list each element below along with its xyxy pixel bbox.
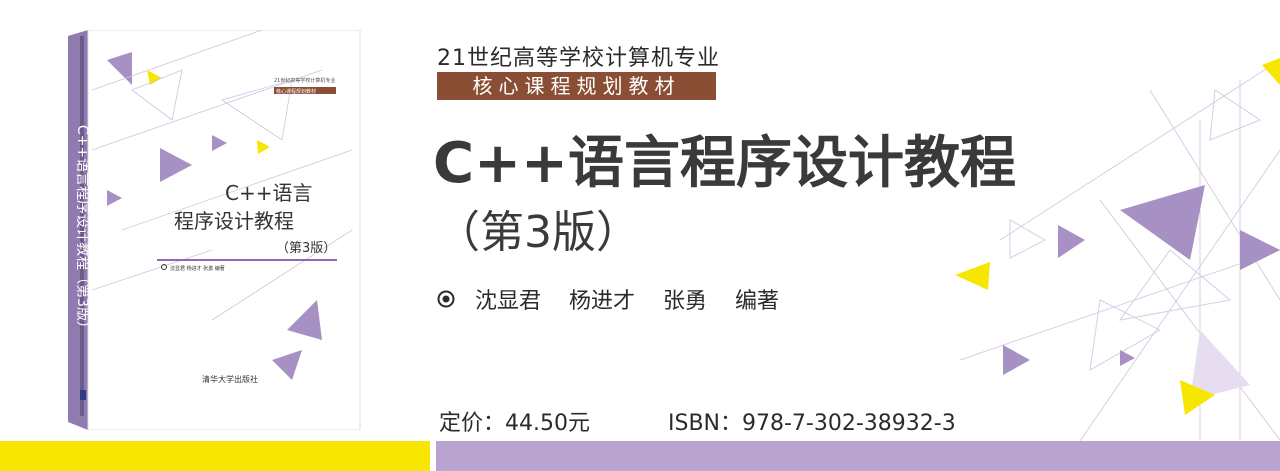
book-series-line1: 21世纪高等学校计算机专业: [274, 77, 335, 84]
book-edition-label: （第3版）: [436, 207, 640, 258]
book-publisher: 清华大学出版社: [202, 374, 258, 384]
series-badge: 核心课程规划教材: [437, 72, 716, 100]
book-cover: C++语言程序设计教程（第3版） 21世纪高等学校计算机专业 核心课程规划教材 …: [68, 30, 361, 430]
price-label: 定价：44.50元: [439, 411, 590, 436]
authors-line: 沈显君 杨进才 张勇 编著: [437, 283, 779, 315]
author-circle-icon: [437, 290, 455, 308]
footer-bar-yellow: [0, 441, 430, 471]
book-title-line1: C++语言: [225, 181, 312, 205]
book-edition: （第3版）: [276, 241, 336, 256]
author-role: 编著: [735, 289, 780, 314]
author-name: 沈显君: [475, 289, 542, 314]
book-authors: 沈显君 杨进才 张勇 编著: [170, 265, 225, 272]
author-name: 杨进才: [569, 289, 636, 314]
series-title: 21世纪高等学校计算机专业: [437, 46, 720, 71]
book-title-line2: 程序设计教程: [174, 209, 294, 233]
author-name: 张勇: [663, 289, 708, 314]
isbn-label: ISBN：978-7-302-38932-3: [668, 411, 956, 436]
book-title: C++语言程序设计教程: [433, 131, 1016, 196]
footer-bar-purple: [436, 441, 1280, 471]
book-series-line2: 核心课程规划教材: [276, 88, 316, 95]
book-spine-title: C++语言程序设计教程（第3版）: [74, 125, 91, 335]
